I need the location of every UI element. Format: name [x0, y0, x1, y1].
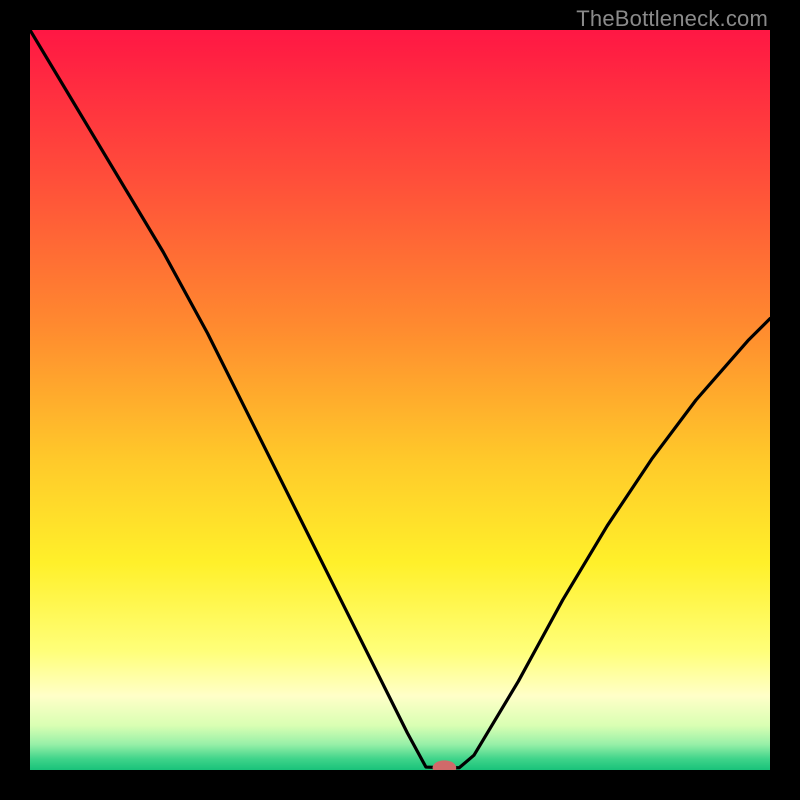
gradient-background: [30, 30, 770, 770]
chart-frame: TheBottleneck.com: [0, 0, 800, 800]
chart-svg: [30, 30, 770, 770]
plot-area: [30, 30, 770, 770]
watermark-text: TheBottleneck.com: [576, 6, 768, 32]
